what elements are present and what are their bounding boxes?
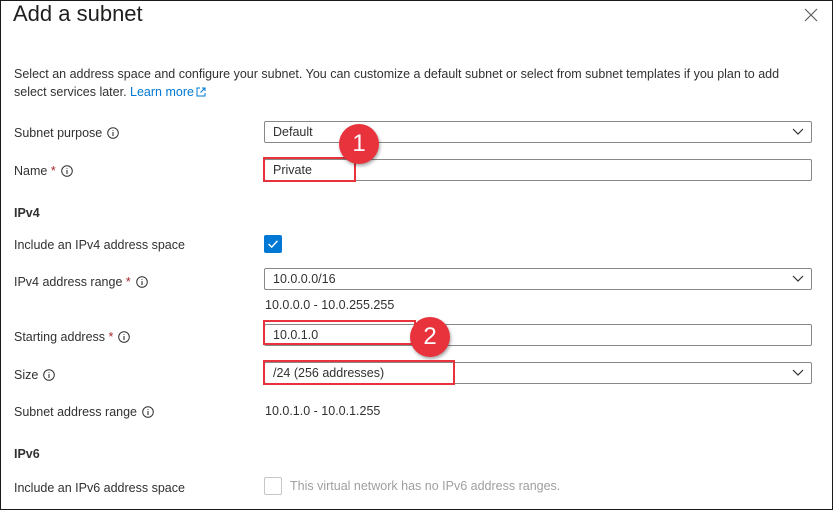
starting-address-value: 10.0.1.0 xyxy=(273,328,319,342)
ipv6-disabled-text: This virtual network has no IPv6 address… xyxy=(290,479,561,493)
info-icon[interactable] xyxy=(135,276,148,288)
learn-more-label: Learn more xyxy=(130,85,194,99)
ipv4-range-dropdown[interactable]: 10.0.0.0/16 xyxy=(264,268,812,290)
include-ipv6-label: Include an IPv6 address space xyxy=(14,481,185,495)
ipv4-section-heading: IPv4 xyxy=(14,206,40,220)
learn-more-link[interactable]: Learn more xyxy=(130,85,206,99)
required-mark: * xyxy=(50,164,56,178)
subnet-purpose-value: Default xyxy=(273,125,313,139)
checkmark-icon xyxy=(268,240,278,249)
external-link-icon xyxy=(196,87,206,97)
info-icon[interactable] xyxy=(60,165,73,177)
size-label-text: Size xyxy=(14,368,39,382)
subnet-range-value: 10.0.1.0 - 10.0.1.255 xyxy=(265,404,381,418)
required-mark: * xyxy=(108,330,114,344)
chevron-down-icon xyxy=(792,128,804,135)
subnet-range-label-text: Subnet address range xyxy=(14,405,138,419)
annotation-badge-2: 2 xyxy=(410,317,450,357)
size-dropdown[interactable]: /24 (256 addresses) xyxy=(264,362,812,384)
ipv6-section-heading: IPv6 xyxy=(14,447,40,461)
annotation-badge-1: 1 xyxy=(339,124,379,164)
chevron-down-icon xyxy=(792,275,804,282)
info-icon[interactable] xyxy=(107,127,120,139)
info-icon[interactable] xyxy=(142,406,154,418)
starting-address-input[interactable]: 10.0.1.0 xyxy=(264,324,812,346)
subnet-range-label: Subnet address range xyxy=(14,404,154,420)
ipv4-range-value: 10.0.0.0/16 xyxy=(273,272,336,286)
panel-description: Select an address space and configure yo… xyxy=(14,65,814,101)
info-icon[interactable] xyxy=(43,369,56,381)
ipv4-range-label: IPv4 address range * xyxy=(14,274,148,290)
ipv4-range-text: 10.0.0.0 - 10.0.255.255 xyxy=(265,298,395,312)
description-text: Select an address space and configure yo… xyxy=(14,67,780,99)
info-icon[interactable] xyxy=(118,331,131,343)
size-value: /24 (256 addresses) xyxy=(273,366,385,380)
name-value: Private xyxy=(273,163,312,177)
name-label-text: Name xyxy=(14,164,48,178)
close-icon[interactable] xyxy=(803,7,819,23)
include-ipv4-checkbox[interactable] xyxy=(264,235,282,253)
required-mark: * xyxy=(125,275,131,289)
name-input[interactable]: Private xyxy=(264,159,812,181)
ipv4-range-label-text: IPv4 address range xyxy=(14,275,123,289)
subnet-purpose-label: Subnet purpose xyxy=(14,125,120,141)
chevron-down-icon xyxy=(792,369,804,376)
include-ipv4-label: Include an IPv4 address space xyxy=(14,238,185,252)
subnet-purpose-label-text: Subnet purpose xyxy=(14,126,103,140)
starting-address-label-text: Starting address xyxy=(14,330,106,344)
include-ipv6-checkbox[interactable] xyxy=(264,477,282,495)
panel-title: Add a subnet xyxy=(13,1,143,26)
name-label: Name * xyxy=(14,163,73,179)
starting-address-label: Starting address * xyxy=(14,329,131,345)
size-label: Size xyxy=(14,367,56,383)
